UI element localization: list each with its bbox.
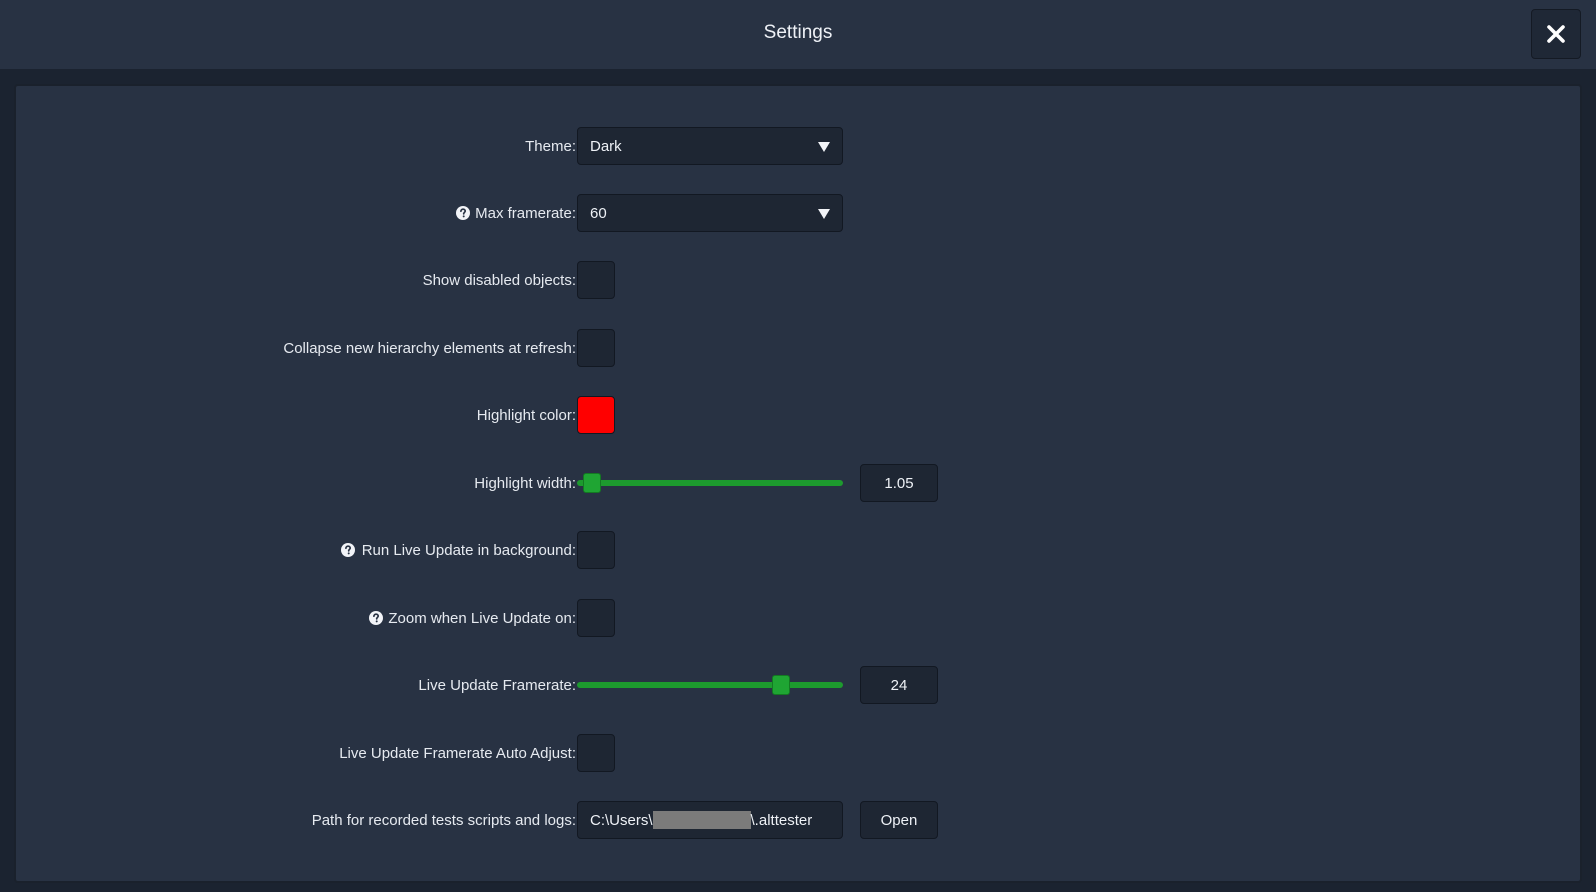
help-circle-icon[interactable] <box>369 611 384 625</box>
highlight-color-swatch[interactable] <box>577 396 615 434</box>
theme-label: Theme: <box>525 137 576 155</box>
page-title: Settings <box>763 22 833 43</box>
zoom-live-update-row: Zoom when Live Update on: <box>16 599 1016 637</box>
theme-value: Dark <box>590 137 622 155</box>
zoom-live-update-checkbox[interactable] <box>577 599 615 637</box>
live-update-framerate-slider[interactable] <box>577 666 843 704</box>
max-framerate-label: Max framerate: <box>456 194 576 232</box>
slider-track <box>577 480 843 486</box>
live-update-framerate-value[interactable]: 24 <box>860 666 938 704</box>
collapse-hierarchy-label: Collapse new hierarchy elements at refre… <box>283 339 576 357</box>
theme-dropdown[interactable]: Dark <box>577 127 843 165</box>
show-disabled-objects-row: Show disabled objects: <box>16 261 1016 299</box>
slider-thumb[interactable] <box>583 473 601 493</box>
show-disabled-objects-label: Show disabled objects: <box>422 271 576 289</box>
recorded-path-row: Path for recorded tests scripts and logs… <box>16 801 1016 839</box>
slider-track <box>577 682 843 688</box>
max-framerate-dropdown[interactable]: 60 <box>577 194 843 232</box>
caret-down-icon <box>818 209 830 219</box>
help-circle-icon[interactable] <box>340 543 355 557</box>
settings-header: Settings <box>0 0 1596 69</box>
highlight-width-value[interactable]: 1.05 <box>860 464 938 502</box>
highlight-color-row: Highlight color: <box>16 396 1016 434</box>
close-icon <box>1547 25 1565 43</box>
highlight-width-label: Highlight width: <box>474 474 576 492</box>
help-circle-icon[interactable] <box>456 206 471 220</box>
run-live-update-background-label: Run Live Update in background: <box>340 531 576 569</box>
redacted-username <box>652 811 751 829</box>
collapse-hierarchy-checkbox[interactable] <box>577 329 615 367</box>
zoom-live-update-label: Zoom when Live Update on: <box>369 599 576 637</box>
settings-panel: Theme: Dark Max framerate: 60 Show disab… <box>14 84 1582 883</box>
highlight-width-slider[interactable] <box>577 464 843 502</box>
open-path-button[interactable]: Open <box>860 801 938 839</box>
live-update-framerate-row: Live Update Framerate: 24 <box>16 666 1016 704</box>
max-framerate-row: Max framerate: 60 <box>16 194 1016 232</box>
slider-thumb[interactable] <box>772 675 790 695</box>
caret-down-icon <box>818 142 830 152</box>
highlight-color-label: Highlight color: <box>476 406 576 424</box>
show-disabled-objects-checkbox[interactable] <box>577 261 615 299</box>
run-live-update-background-checkbox[interactable] <box>577 531 615 569</box>
collapse-hierarchy-row: Collapse new hierarchy elements at refre… <box>16 329 1016 367</box>
live-update-framerate-label: Live Update Framerate: <box>418 676 576 694</box>
max-framerate-value: 60 <box>590 204 607 222</box>
run-live-update-background-row: Run Live Update in background: <box>16 531 1016 569</box>
theme-row: Theme: Dark <box>16 127 1016 165</box>
recorded-path-input[interactable]: C:\Users\ \.alttester <box>577 801 843 839</box>
close-button[interactable] <box>1531 9 1581 59</box>
live-update-auto-adjust-row: Live Update Framerate Auto Adjust: <box>16 734 1016 772</box>
recorded-path-label: Path for recorded tests scripts and logs… <box>311 811 576 829</box>
live-update-auto-adjust-label: Live Update Framerate Auto Adjust: <box>339 744 576 762</box>
highlight-width-row: Highlight width: 1.05 <box>16 464 1016 502</box>
live-update-auto-adjust-checkbox[interactable] <box>577 734 615 772</box>
